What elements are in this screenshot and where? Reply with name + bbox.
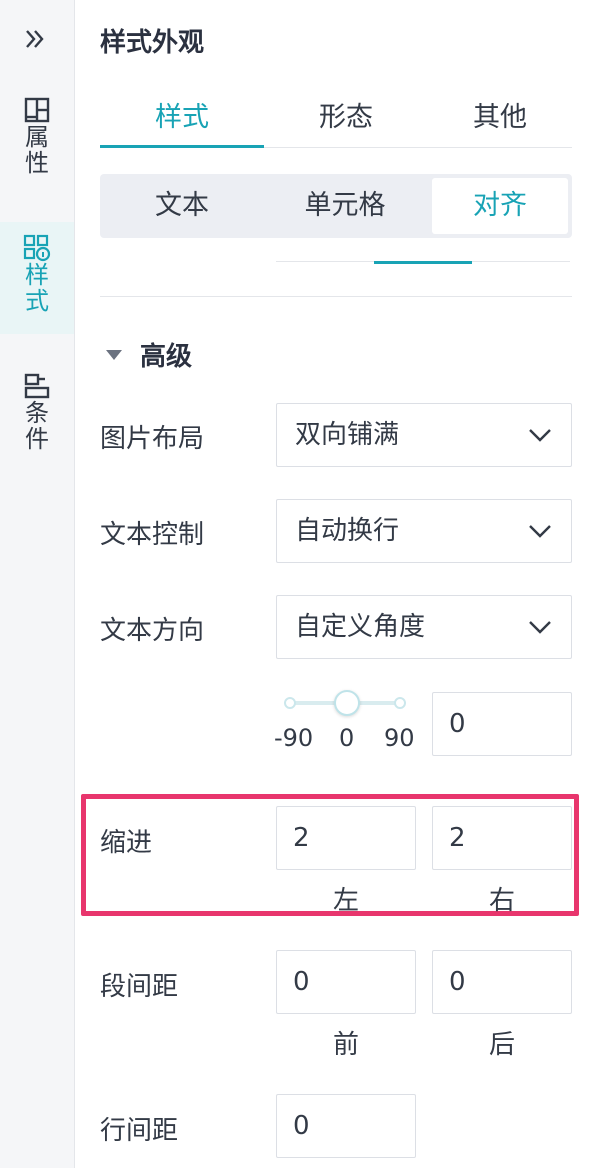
indent-label: 缩进	[100, 828, 153, 858]
rail-item-style[interactable]: 样式	[0, 222, 74, 334]
chevron-down-icon	[529, 525, 551, 538]
line-spacing-label: 行间距	[100, 1116, 179, 1146]
slider-mid-label: 0	[339, 724, 355, 752]
slider-max-label: 90	[384, 724, 415, 752]
image-layout-select[interactable]: 双向铺满	[276, 403, 572, 467]
para-spacing-before-caption: 前	[332, 1030, 359, 1060]
rail-item-label: 样式	[25, 261, 49, 315]
indent-left-input[interactable]: 2	[276, 806, 416, 870]
condition-icon	[24, 373, 50, 399]
rail-item-condition[interactable]: 条件	[0, 372, 74, 472]
section-divider	[100, 296, 572, 297]
para-spacing-label: 段间距	[100, 972, 179, 1002]
chevron-down-icon	[529, 621, 551, 634]
indent-left-caption: 左	[332, 886, 359, 916]
line-spacing-input[interactable]: 0	[276, 1094, 416, 1158]
slider-min-label: -90	[274, 724, 314, 752]
segment-control: 文本 单元格 对齐	[100, 174, 572, 238]
main-tabs: 样式 形态 其他	[100, 90, 572, 148]
tab-other[interactable]: 其他	[428, 90, 572, 148]
double-chevron-right-icon[interactable]	[22, 26, 48, 52]
rail-item-properties[interactable]: 属性	[0, 96, 74, 196]
segment-text[interactable]: 文本	[104, 178, 260, 234]
para-spacing-after-caption: 后	[488, 1030, 515, 1060]
segment-cell[interactable]: 单元格	[260, 178, 430, 234]
indent-right-input[interactable]: 2	[432, 806, 572, 870]
style-icon	[23, 234, 51, 262]
advanced-section-title: 高级	[140, 342, 193, 372]
text-direction-select[interactable]: 自定义角度	[276, 595, 572, 659]
caret-down-icon	[106, 349, 122, 360]
sub-tab-active-indicator	[374, 261, 472, 264]
indent-right-caption: 右	[488, 886, 515, 916]
tab-style[interactable]: 样式	[100, 90, 264, 148]
slider-min-dot	[284, 697, 296, 709]
text-direction-value: 自定义角度	[295, 612, 426, 642]
text-control-value: 自动换行	[295, 516, 400, 546]
angle-input[interactable]: 0	[432, 692, 572, 756]
image-layout-value: 双向铺满	[295, 420, 400, 450]
tab-shape[interactable]: 形态	[264, 90, 428, 148]
side-rail: 属性 样式 条件	[0, 0, 75, 1168]
para-spacing-before-input[interactable]: 0	[276, 950, 416, 1014]
advanced-section-header[interactable]: 高级	[106, 336, 192, 373]
text-control-label: 文本控制	[100, 520, 205, 550]
layout-icon	[24, 97, 50, 123]
slider-max-dot	[394, 697, 406, 709]
panel-title: 样式外观	[100, 28, 205, 58]
text-control-select[interactable]: 自动换行	[276, 499, 572, 563]
para-spacing-after-input[interactable]: 0	[432, 950, 572, 1014]
rail-item-label: 条件	[25, 399, 49, 453]
segment-align[interactable]: 对齐	[432, 178, 568, 234]
chevron-down-icon	[529, 429, 551, 442]
rail-item-label: 属性	[25, 123, 49, 177]
angle-slider-handle[interactable]	[334, 690, 360, 716]
text-direction-label: 文本方向	[100, 616, 205, 646]
image-layout-label: 图片布局	[100, 424, 205, 454]
